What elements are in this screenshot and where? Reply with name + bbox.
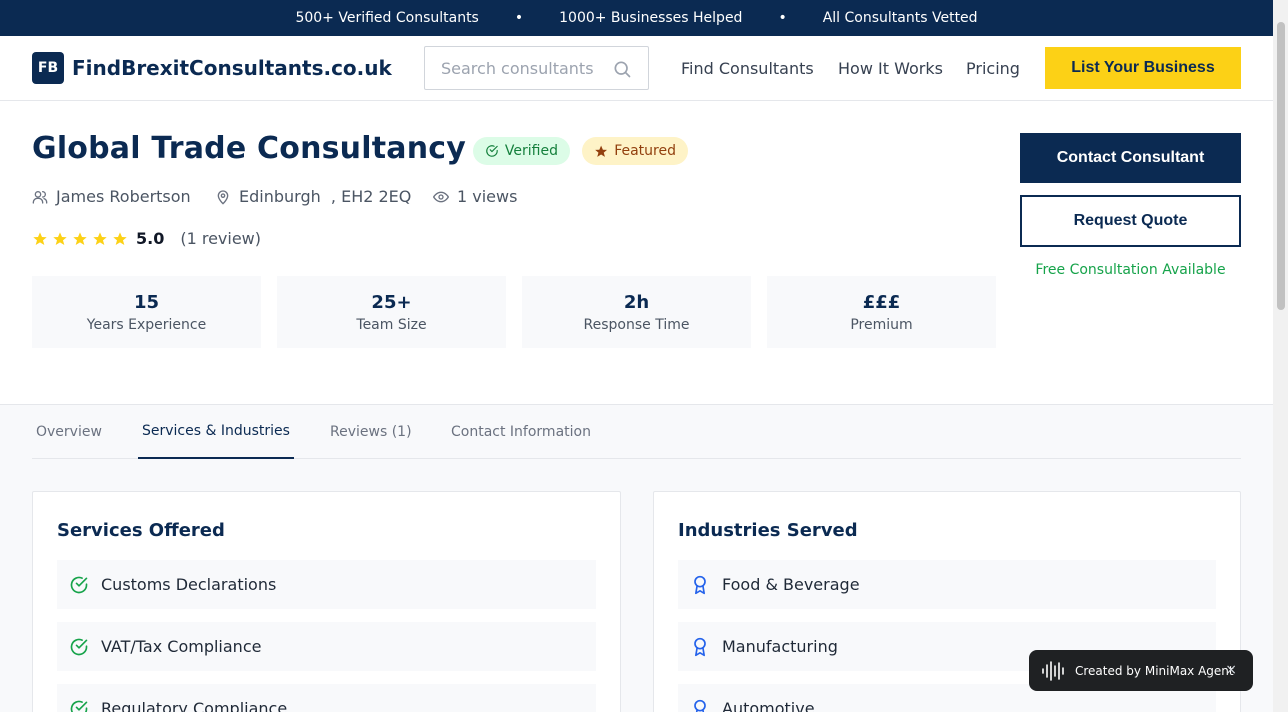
rating-value: 5.0 <box>136 229 165 248</box>
featured-badge: Featured <box>582 137 688 165</box>
stat-value: £££ <box>862 292 901 313</box>
user-icon <box>32 190 48 204</box>
search-icon[interactable] <box>612 59 632 79</box>
tab-services-industries[interactable]: Services & Industries <box>138 405 294 459</box>
location-text: Edinburgh , EH2 2EQ <box>239 187 412 206</box>
stat-value: 15 <box>133 292 160 313</box>
award-icon <box>694 637 706 656</box>
list-your-business-button[interactable]: List Your Business <box>1045 47 1241 89</box>
created-by-toast: Created by MiniMax Agent × <box>1029 650 1253 691</box>
stat-label: Team Size <box>356 317 427 333</box>
service-label: VAT/Tax Compliance <box>101 637 262 656</box>
stat-team-size: 25+ Team Size <box>277 276 506 348</box>
stat-label: Years Experience <box>86 317 207 333</box>
check-circle-icon <box>70 576 88 593</box>
views-text: 1 views <box>457 187 518 206</box>
star-icon <box>595 145 608 157</box>
star-icon <box>73 231 87 245</box>
search-input[interactable] <box>425 47 610 89</box>
stat-value: 2h <box>623 292 650 313</box>
waveform-icon <box>1042 660 1064 681</box>
list-item: Food & Beverage <box>678 560 1216 609</box>
service-label: Customs Declarations <box>101 575 277 594</box>
review-count: (1 review) <box>180 229 262 248</box>
view-count: 1 views <box>433 187 517 206</box>
check-circle-icon <box>70 700 88 712</box>
topbar-item-vetted: All Consultants Vetted <box>822 10 978 26</box>
topbar-separator: • <box>778 10 787 26</box>
stat-response-time: 2h Response Time <box>522 276 751 348</box>
logo-text: FindBrexitConsultants.co.uk <box>72 56 392 80</box>
stat-years-experience: 15 Years Experience <box>32 276 261 348</box>
services-title: Services Offered <box>57 520 225 541</box>
list-item: Customs Declarations <box>57 560 596 609</box>
tab-contact-information[interactable]: Contact Information <box>447 405 595 459</box>
featured-label: Featured <box>614 143 676 159</box>
industry-label: Food & Beverage <box>722 575 860 594</box>
profile-tabs: Overview Services & Industries Reviews (… <box>32 405 1241 459</box>
tab-overview[interactable]: Overview <box>32 405 106 459</box>
stat-label: Premium <box>850 317 913 333</box>
search-box <box>424 46 649 90</box>
consultant-person: James Robertson <box>32 187 191 206</box>
list-item: Regulatory Compliance <box>57 684 596 712</box>
industries-title: Industries Served <box>678 520 858 541</box>
nav-pricing[interactable]: Pricing <box>966 59 1020 78</box>
star-icon <box>93 231 107 245</box>
industry-label: Manufacturing <box>722 637 838 656</box>
consultant-location: Edinburgh , EH2 2EQ <box>215 187 411 206</box>
topbar-separator: • <box>514 10 524 26</box>
contact-consultant-button[interactable]: Contact Consultant <box>1020 133 1241 183</box>
nav-how-it-works[interactable]: How It Works <box>838 59 943 78</box>
site-header: FB FindBrexitConsultants.co.uk Find Cons… <box>0 36 1273 101</box>
topbar-item-consultants: 500+ Verified Consultants <box>295 10 479 26</box>
person-name: James Robertson <box>56 187 191 206</box>
industry-label: Automotive <box>722 699 815 712</box>
rating-stars <box>32 231 132 247</box>
toast-text: Created by MiniMax Agent <box>1075 663 1234 678</box>
topbar-item-businesses: 1000+ Businesses Helped <box>559 10 743 26</box>
top-info-bar: 500+ Verified Consultants • 1000+ Busine… <box>0 0 1273 36</box>
stat-value: 25+ <box>371 292 412 313</box>
star-icon <box>33 231 47 245</box>
award-icon <box>694 699 706 712</box>
tab-reviews[interactable]: Reviews (1) <box>326 405 416 459</box>
star-icon <box>53 231 67 245</box>
site-logo[interactable]: FB FindBrexitConsultants.co.uk <box>32 52 392 84</box>
stat-label: Response Time <box>583 317 690 333</box>
award-icon <box>694 575 706 594</box>
map-pin-icon <box>217 189 229 205</box>
nav-find-consultants[interactable]: Find Consultants <box>681 59 814 78</box>
close-icon[interactable]: × <box>1225 662 1237 678</box>
service-label: Regulatory Compliance <box>101 699 288 712</box>
verified-badge: Verified <box>473 137 570 165</box>
page-title: Global Trade Consultancy <box>32 131 466 166</box>
scrollbar-thumb[interactable] <box>1277 22 1285 310</box>
rating-summary: 5.0 (1 review) <box>32 229 261 248</box>
check-circle-icon <box>486 145 498 157</box>
list-item: VAT/Tax Compliance <box>57 622 596 671</box>
check-circle-icon <box>70 638 88 655</box>
page-scrollbar[interactable] <box>1273 0 1288 712</box>
services-card: Services Offered Customs Declarations VA… <box>32 491 621 712</box>
verified-label: Verified <box>504 143 558 159</box>
stat-pricing-tier: £££ Premium <box>767 276 996 348</box>
free-consultation-note: Free Consultation Available <box>1035 262 1226 278</box>
request-quote-button[interactable]: Request Quote <box>1020 195 1241 247</box>
eye-icon <box>433 191 449 202</box>
star-icon <box>113 231 127 245</box>
logo-badge: FB <box>32 52 64 84</box>
